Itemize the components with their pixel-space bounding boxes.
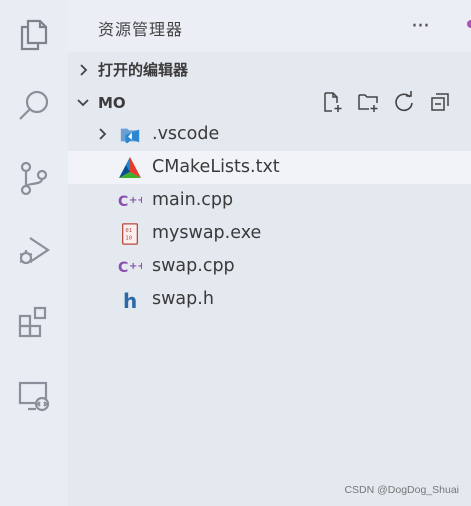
remote-explorer-icon [18, 381, 50, 412]
chevron-right-icon [68, 53, 98, 86]
search-icon [19, 90, 49, 120]
activity-bar [0, 0, 68, 506]
file-item-swap-h[interactable]: h swap.h [68, 283, 471, 316]
explorer-panel: 资源管理器 ··· 打开的编辑器 MO .vscode CMakeLists.t… [68, 0, 471, 506]
new-folder-button[interactable] [355, 88, 381, 116]
watermark: CSDN @DogDog_Shuai [344, 484, 459, 496]
file-label: main.cpp [152, 190, 234, 210]
collapse-all-icon [431, 93, 449, 111]
new-file-icon [324, 92, 342, 112]
run-debug-icon [19, 237, 50, 265]
file-label: swap.cpp [152, 256, 235, 276]
file-label: .vscode [152, 124, 220, 144]
header-icon: h [118, 288, 142, 312]
chevron-down-icon [68, 86, 98, 119]
svg-text:01: 01 [125, 228, 132, 234]
svg-text:++: ++ [129, 195, 142, 206]
explorer-title: 资源管理器 [98, 20, 184, 39]
section-open-editors-label: 打开的编辑器 [98, 61, 189, 79]
file-item-vscode[interactable]: .vscode [68, 118, 471, 151]
binary-icon: 01 10 [118, 222, 142, 246]
svg-text:++: ++ [129, 261, 142, 272]
refresh-icon [395, 91, 413, 112]
collapse-all-button[interactable] [427, 88, 453, 116]
refresh-button[interactable] [391, 88, 417, 116]
activity-run-debug[interactable] [0, 220, 68, 280]
chevron-right-icon [99, 128, 107, 140]
files-icon [20, 19, 48, 51]
activity-remote-explorer[interactable] [0, 365, 68, 425]
activity-search[interactable] [0, 76, 68, 136]
svg-text:10: 10 [125, 236, 132, 242]
accent-dot [467, 20, 471, 28]
file-item-main-cpp[interactable]: C ++ main.cpp [68, 184, 471, 217]
section-open-editors[interactable]: 打开的编辑器 [68, 53, 471, 86]
svg-text:C: C [118, 260, 128, 276]
file-label: swap.h [152, 289, 214, 309]
source-control-icon [20, 161, 48, 196]
section-workspace[interactable]: MO [68, 86, 471, 119]
workspace-actions [319, 88, 453, 116]
file-label: myswap.exe [152, 223, 262, 243]
svg-text:C: C [118, 194, 128, 210]
new-folder-icon [358, 94, 378, 112]
cmake-icon [118, 156, 142, 180]
file-item-myswap-exe[interactable]: 01 10 myswap.exe [68, 217, 471, 250]
activity-source-control[interactable] [0, 148, 68, 208]
explorer-header: 资源管理器 ··· [68, 0, 471, 52]
new-file-button[interactable] [319, 88, 345, 116]
cpp-icon: C ++ [118, 255, 142, 279]
file-item-swap-cpp[interactable]: C ++ swap.cpp [68, 250, 471, 283]
file-item-cmakelists[interactable]: CMakeLists.txt [68, 151, 471, 184]
activity-explorer[interactable] [0, 5, 68, 65]
section-workspace-label: MO [98, 93, 126, 112]
file-label: CMakeLists.txt [152, 157, 280, 177]
more-actions-icon[interactable]: ··· [406, 12, 434, 40]
svg-text:h: h [123, 289, 137, 312]
cpp-icon: C ++ [118, 189, 142, 213]
extensions-icon [18, 306, 47, 338]
activity-extensions[interactable] [0, 292, 68, 352]
vscode-folder-icon [118, 123, 142, 147]
